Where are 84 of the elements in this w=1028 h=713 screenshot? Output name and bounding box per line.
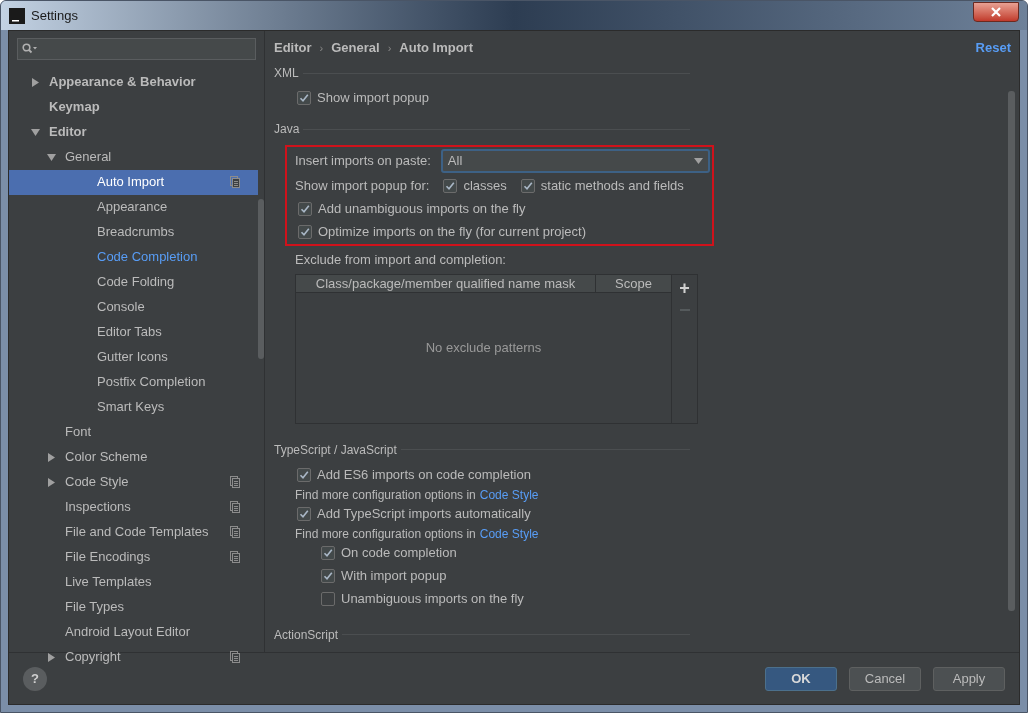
tree-item[interactable]: General	[9, 144, 258, 170]
paste-dropdown[interactable]: All	[440, 149, 710, 173]
dialog-button[interactable]: Cancel	[849, 666, 921, 691]
tree-item[interactable]: Smart Keys	[9, 394, 258, 420]
close-icon[interactable]	[991, 6, 1001, 17]
breadcrumb-item: General	[331, 39, 380, 58]
tree-item[interactable]: Gutter Icons	[9, 344, 258, 370]
tree-item[interactable]: Appearance & Behavior	[9, 69, 258, 95]
tree-item[interactable]: Android Layout Editor	[9, 619, 258, 645]
tree-item[interactable]: Auto Import	[9, 169, 258, 195]
tree-item[interactable]: Code Completion	[9, 244, 258, 270]
empty-table-text: No exclude patterns	[425, 338, 542, 357]
section-title: TypeScript / JavaScript	[274, 441, 397, 459]
checkbox[interactable]	[297, 468, 311, 482]
checkbox[interactable]	[520, 178, 535, 193]
breadcrumb-item: Editor	[274, 39, 312, 58]
field-label: Insert imports on paste:	[295, 152, 431, 171]
section-title: XML	[274, 65, 299, 82]
checkbox-label: With import popup	[341, 567, 447, 586]
dialog-button[interactable]: Apply	[933, 666, 1005, 691]
checkbox[interactable]	[297, 90, 311, 105]
tree-item[interactable]: File Encodings	[9, 544, 258, 570]
collapsed-arrow-icon[interactable]	[47, 652, 56, 662]
tree-item[interactable]: Code Style	[9, 469, 258, 495]
checkbox-label: Unambiguous imports on the fly	[341, 590, 524, 609]
tree-item[interactable]: Editor	[9, 119, 258, 145]
section-title: Java	[274, 121, 300, 138]
checkbox-label: static methods and fields	[540, 176, 684, 195]
column-header[interactable]: Scope	[596, 274, 671, 292]
tree-item[interactable]: Breadcrumbs	[9, 219, 258, 245]
tree-item[interactable]: Postfix Completion	[9, 369, 258, 395]
scrollbar[interactable]	[258, 199, 264, 359]
hint-text: Find more configuration options in	[295, 525, 476, 543]
checkbox[interactable]	[297, 507, 311, 521]
column-header[interactable]: Class/package/member qualified name mask	[296, 274, 596, 292]
checkbox[interactable]	[321, 569, 335, 583]
expanded-arrow-icon[interactable]	[31, 127, 40, 137]
tree-item[interactable]: Code Folding	[9, 269, 258, 295]
collapsed-arrow-icon[interactable]	[47, 452, 56, 462]
checkbox-label: Add unambiguous imports on the fly	[318, 199, 526, 218]
breadcrumb-separator: ›	[319, 40, 324, 56]
dialog-button[interactable]: OK	[765, 666, 837, 691]
tree-item[interactable]: File Types	[9, 594, 258, 620]
tree-item[interactable]: Live Templates	[9, 569, 258, 595]
search-field[interactable]	[17, 38, 256, 60]
expanded-arrow-icon[interactable]	[47, 152, 56, 162]
checkbox[interactable]	[443, 178, 458, 193]
tree-item[interactable]: Keymap	[9, 94, 258, 120]
close-button[interactable]	[973, 1, 1019, 22]
section-title: ActionScript	[274, 626, 339, 644]
reset-link[interactable]: Reset	[975, 38, 1011, 58]
field-label: Show import popup for:	[295, 176, 430, 195]
tree-item[interactable]: Editor Tabs	[9, 319, 258, 345]
app-logo-icon	[9, 7, 25, 24]
breadcrumb-item: Auto Import	[399, 39, 473, 58]
checkbox-label: classes	[463, 176, 507, 195]
tree-item[interactable]: Console	[9, 294, 258, 320]
window-title: Settings	[31, 6, 78, 25]
breadcrumb-separator: ›	[387, 40, 392, 56]
checkbox[interactable]	[298, 224, 312, 239]
code-style-link[interactable]: Code Style	[479, 485, 539, 504]
checkbox[interactable]	[298, 201, 312, 216]
add-button[interactable]: +	[679, 276, 690, 299]
checkbox[interactable]	[321, 546, 335, 560]
exclude-label: Exclude from import and completion:	[295, 251, 507, 269]
checkbox-label: Add TypeScript imports automatically	[317, 505, 531, 524]
scrollbar[interactable]	[1008, 91, 1015, 611]
code-style-link[interactable]: Code Style	[479, 524, 539, 543]
tree-item[interactable]: Font	[9, 419, 258, 445]
tree-item[interactable]: File and Code Templates	[9, 519, 258, 545]
checkbox[interactable]	[321, 592, 335, 606]
search-icon	[22, 42, 38, 55]
tree-item[interactable]: Inspections	[9, 494, 258, 520]
hint-text: Find more configuration options in	[295, 486, 476, 504]
collapsed-arrow-icon[interactable]	[31, 77, 40, 87]
checkbox-label: On code completion	[341, 544, 457, 563]
checkbox-label: Optimize imports on the fly (for current project)	[318, 222, 587, 241]
help-button[interactable]: ?	[23, 666, 47, 691]
tree-item[interactable]: Color Scheme	[9, 444, 258, 470]
tree-item[interactable]: Appearance	[9, 194, 258, 220]
collapsed-arrow-icon[interactable]	[47, 477, 56, 487]
checkbox-label: Add ES6 imports on code completion	[317, 466, 531, 485]
checkbox-label: Show import popup	[317, 88, 429, 107]
dropdown-arrow-icon[interactable]	[694, 158, 703, 164]
